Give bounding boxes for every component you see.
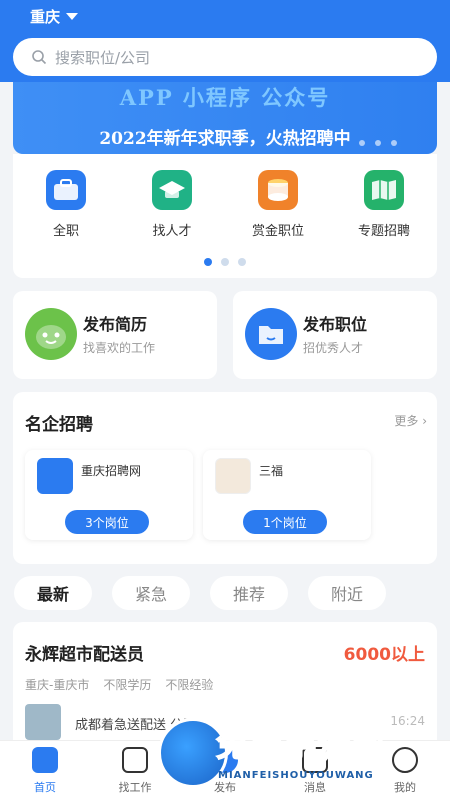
- smiley-cat-icon: [25, 308, 77, 360]
- company-logo-icon: [25, 704, 61, 740]
- banner-line1: APP 小程序 公众号: [119, 85, 331, 110]
- folder-icon: [245, 308, 297, 360]
- category-fulltime[interactable]: 全职: [21, 170, 111, 239]
- publish-job-subtitle: 招优秀人才: [303, 341, 364, 355]
- publish-resume-subtitle: 找喜欢的工作: [83, 341, 156, 355]
- search-bar[interactable]: 搜索职位/公司: [13, 38, 437, 76]
- category-talent[interactable]: 找人才: [127, 170, 217, 239]
- company-name: 三福: [259, 464, 284, 478]
- category-pager: [13, 258, 437, 266]
- tab-urgent[interactable]: 紧急: [112, 576, 190, 610]
- caret-down-icon: [66, 13, 79, 20]
- publish-resume-card[interactable]: 发布简历 找喜欢的工作: [13, 291, 217, 379]
- company-card[interactable]: 重庆招聘网 3个岗位: [25, 450, 193, 540]
- positions-button[interactable]: 3个岗位: [65, 510, 149, 534]
- company-name: 重庆招聘网: [81, 464, 142, 478]
- city-selector[interactable]: 重庆: [30, 6, 79, 27]
- more-link[interactable]: 更多 ›: [394, 412, 427, 429]
- map-icon: [364, 170, 404, 210]
- category-bounty[interactable]: 赏金职位: [233, 170, 323, 239]
- nav-label: 首页: [34, 781, 56, 794]
- job-title: 永辉超市配送员: [25, 645, 144, 665]
- header: 重庆 搜索职位/公司: [0, 0, 450, 82]
- watermark: 免费手游网 MIANFEISHOUYOUWANG: [158, 708, 450, 800]
- job-tag: 重庆-重庆市: [25, 678, 90, 692]
- home-icon: [32, 747, 58, 773]
- category-label: 全职: [52, 224, 79, 239]
- section-title: 名企招聘: [25, 415, 93, 435]
- search-icon: [32, 50, 47, 65]
- city-label: 重庆: [30, 8, 61, 26]
- job-salary: 6000以上: [343, 645, 425, 665]
- positions-button[interactable]: 1个岗位: [243, 510, 327, 534]
- tab-nearby[interactable]: 附近: [308, 576, 386, 610]
- publish-job-card[interactable]: 发布职位 招优秀人才: [233, 291, 437, 379]
- tab-latest[interactable]: 最新: [14, 576, 92, 610]
- category-label: 专题招聘: [357, 224, 410, 239]
- promo-banner[interactable]: APP 小程序 公众号 2022年新年求职季，火热招聘中: [13, 82, 437, 154]
- publish-job-title: 发布职位: [303, 315, 368, 334]
- tab-recommended[interactable]: 推荐: [210, 576, 288, 610]
- banner-dots: [359, 140, 397, 146]
- job-tag: 不限学历: [103, 678, 152, 692]
- famous-companies-section: 名企招聘 更多 › 重庆招聘网 3个岗位 三福 1个岗位: [13, 392, 437, 564]
- watermark-subtitle: MIANFEISHOUYOUWANG: [218, 770, 374, 781]
- category-label: 赏金职位: [251, 224, 304, 239]
- briefcase-icon: [122, 747, 148, 773]
- job-tags: 重庆-重庆市 不限学历 不限经验: [25, 676, 213, 693]
- category-panel: 全职 找人才 赏金职位 专题招聘: [13, 154, 437, 278]
- category-special[interactable]: 专题招聘: [339, 170, 429, 239]
- briefcase-icon: [46, 170, 86, 210]
- job-tag: 不限经验: [165, 678, 214, 692]
- graduation-cap-icon: [152, 170, 192, 210]
- search-input[interactable]: 搜索职位/公司: [55, 47, 150, 68]
- company-logo-icon: [37, 458, 73, 494]
- category-label: 找人才: [152, 224, 192, 239]
- nav-home[interactable]: 首页: [10, 747, 80, 795]
- company-logo-icon: [215, 458, 251, 494]
- company-card[interactable]: 三福 1个岗位: [203, 450, 371, 540]
- publish-resume-title: 发布简历: [83, 315, 148, 334]
- watermark-title: 免费手游网: [215, 725, 387, 765]
- coin-stack-icon: [258, 170, 298, 210]
